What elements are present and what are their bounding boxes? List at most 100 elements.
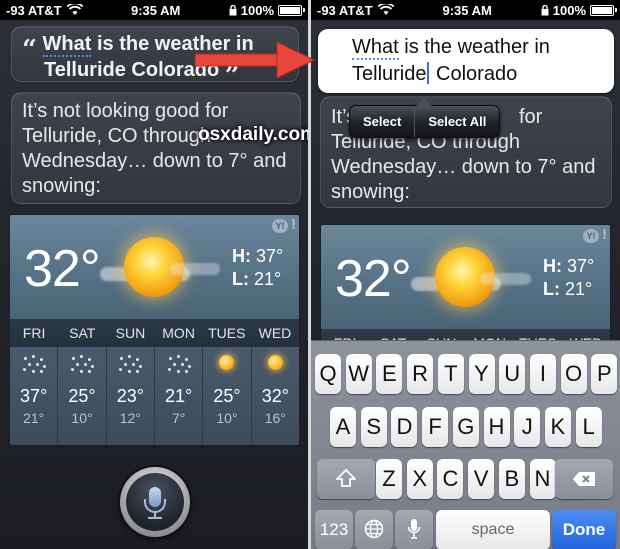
mic-icon [126, 473, 184, 531]
select-all-button[interactable]: Select All [415, 106, 499, 137]
lock-icon [541, 4, 549, 16]
key-d[interactable]: D [391, 407, 418, 447]
high-label: H: [232, 246, 251, 266]
on-screen-keyboard: QWERTYUIOP ASDFGHJKL ZXCVBNM 123 space D… [311, 340, 620, 549]
cloud-icon [170, 263, 220, 275]
open-quote-mark: “ [22, 35, 37, 65]
key-f[interactable]: F [422, 407, 449, 447]
key-l[interactable]: L [575, 407, 602, 447]
edit-line2-end: Colorado [430, 63, 518, 85]
key-y[interactable]: Y [468, 354, 495, 394]
forecast-high: 25° [68, 386, 96, 406]
yahoo-bang-icon: ! [602, 226, 607, 243]
wifi-icon [66, 4, 83, 15]
key-p[interactable]: P [591, 354, 618, 394]
numbers-key[interactable]: 123 [315, 510, 353, 549]
day-label: TUES [208, 325, 246, 341]
space-key[interactable]: space [436, 510, 550, 549]
forecast-low: 7° [171, 410, 186, 426]
siri-screen-left: -93 AT&T 9:35 AM 100% “ What is the weat… [0, 0, 308, 549]
edit-menu-callout: Select Select All [349, 98, 501, 138]
response-line4: snowing: [22, 175, 101, 197]
weather-widget[interactable]: 32° H: 37° L: 21° Y! ! FRI SAT SUN MON T… [320, 224, 611, 354]
battery-icon [590, 4, 617, 16]
query-first-word: What [42, 33, 92, 57]
backspace-icon [573, 472, 595, 486]
microphone-icon [407, 519, 421, 539]
day-label: WED [258, 325, 292, 341]
key-n[interactable]: N [529, 459, 556, 499]
forecast-days: FRI SAT SUN MON TUES WED [10, 319, 299, 347]
carrier-signal: -93 AT&T [317, 2, 373, 18]
battery-icon [278, 4, 305, 16]
forecast-day: 21° 7° [155, 347, 204, 445]
yahoo-logo-icon: Y! [272, 219, 288, 233]
query-edit-field[interactable]: What is the weather in Telluride Colorad… [318, 29, 614, 93]
forecast-day: 32° 16° [252, 347, 299, 445]
edit-line1: is the weather in [398, 36, 550, 58]
key-w[interactable]: W [345, 354, 372, 394]
key-k[interactable]: K [544, 407, 571, 447]
key-v[interactable]: V [468, 459, 495, 499]
response-line3: Wednesday… down to 7° and [331, 156, 596, 178]
query-line2: Telluride Colorado [44, 59, 220, 81]
status-time: 9:35 AM [442, 2, 492, 18]
key-g[interactable]: G [452, 407, 479, 447]
high-temp: 37° [256, 246, 284, 266]
forecast-low: 10° [216, 410, 238, 426]
lock-icon [229, 4, 237, 16]
siri-mic-button[interactable] [120, 467, 190, 537]
forecast-day: 25° 10° [58, 347, 107, 445]
forecast-high: 25° [213, 386, 241, 406]
key-e[interactable]: E [376, 354, 403, 394]
status-bar: -93 AT&T 9:35 AM 100% [0, 0, 308, 20]
day-label: SAT [69, 325, 96, 341]
status-bar: -93 AT&T 9:35 AM 100% [311, 0, 620, 20]
key-b[interactable]: B [498, 459, 525, 499]
globe-key[interactable] [355, 510, 393, 549]
weather-current: 32° H: 37° L: 21° Y! ! [10, 215, 299, 319]
current-temperature: 32° [335, 250, 412, 308]
cloud-icon [481, 273, 531, 285]
done-key[interactable]: Done [552, 510, 616, 549]
forecast-low: 16° [264, 410, 286, 426]
high-low-temps: H: 37° L: 21° [232, 245, 283, 291]
dictation-key[interactable] [395, 510, 433, 549]
response-line1-end: for [519, 106, 543, 128]
forecast-high: 32° [261, 386, 289, 406]
shift-arrow-icon [334, 468, 358, 487]
shift-key[interactable] [317, 459, 375, 499]
key-o[interactable]: O [560, 354, 587, 394]
edit-first-word: What [352, 36, 399, 60]
key-c[interactable]: C [437, 459, 464, 499]
backspace-key[interactable] [555, 459, 613, 499]
forecast-low: 10° [71, 410, 93, 426]
low-label: L: [543, 279, 560, 299]
key-h[interactable]: H [483, 407, 510, 447]
key-j[interactable]: J [514, 407, 541, 447]
forecast-low: 12° [119, 410, 141, 426]
weather-widget[interactable]: 32° H: 37° L: 21° Y! ! FRI SAT SUN MON T… [9, 214, 300, 446]
snow-icon [70, 355, 94, 373]
yahoo-logo-icon: Y! [583, 229, 599, 243]
key-a[interactable]: A [330, 407, 356, 447]
key-s[interactable]: S [360, 407, 387, 447]
forecast-row: 37° 21° 25° 10° 23° 12° 21° 7° 25° 10° 32° 16° [10, 347, 299, 445]
select-button[interactable]: Select [350, 106, 414, 137]
key-q[interactable]: Q [315, 354, 341, 394]
forecast-high: 21° [165, 386, 193, 406]
forecast-low: 21° [23, 410, 45, 426]
battery-percent: 100% [240, 2, 274, 18]
key-x[interactable]: X [406, 459, 433, 499]
key-z[interactable]: Z [376, 459, 402, 499]
forecast-high: 23° [116, 386, 144, 406]
day-label: FRI [22, 325, 46, 341]
key-i[interactable]: I [529, 354, 556, 394]
response-line3: Wednesday… down to 7° and [22, 150, 287, 172]
key-t[interactable]: T [437, 354, 464, 394]
key-r[interactable]: R [407, 354, 434, 394]
carrier-signal: -93 AT&T [6, 2, 62, 18]
key-u[interactable]: U [499, 354, 526, 394]
snow-icon [167, 355, 191, 373]
sun-icon [219, 355, 235, 370]
